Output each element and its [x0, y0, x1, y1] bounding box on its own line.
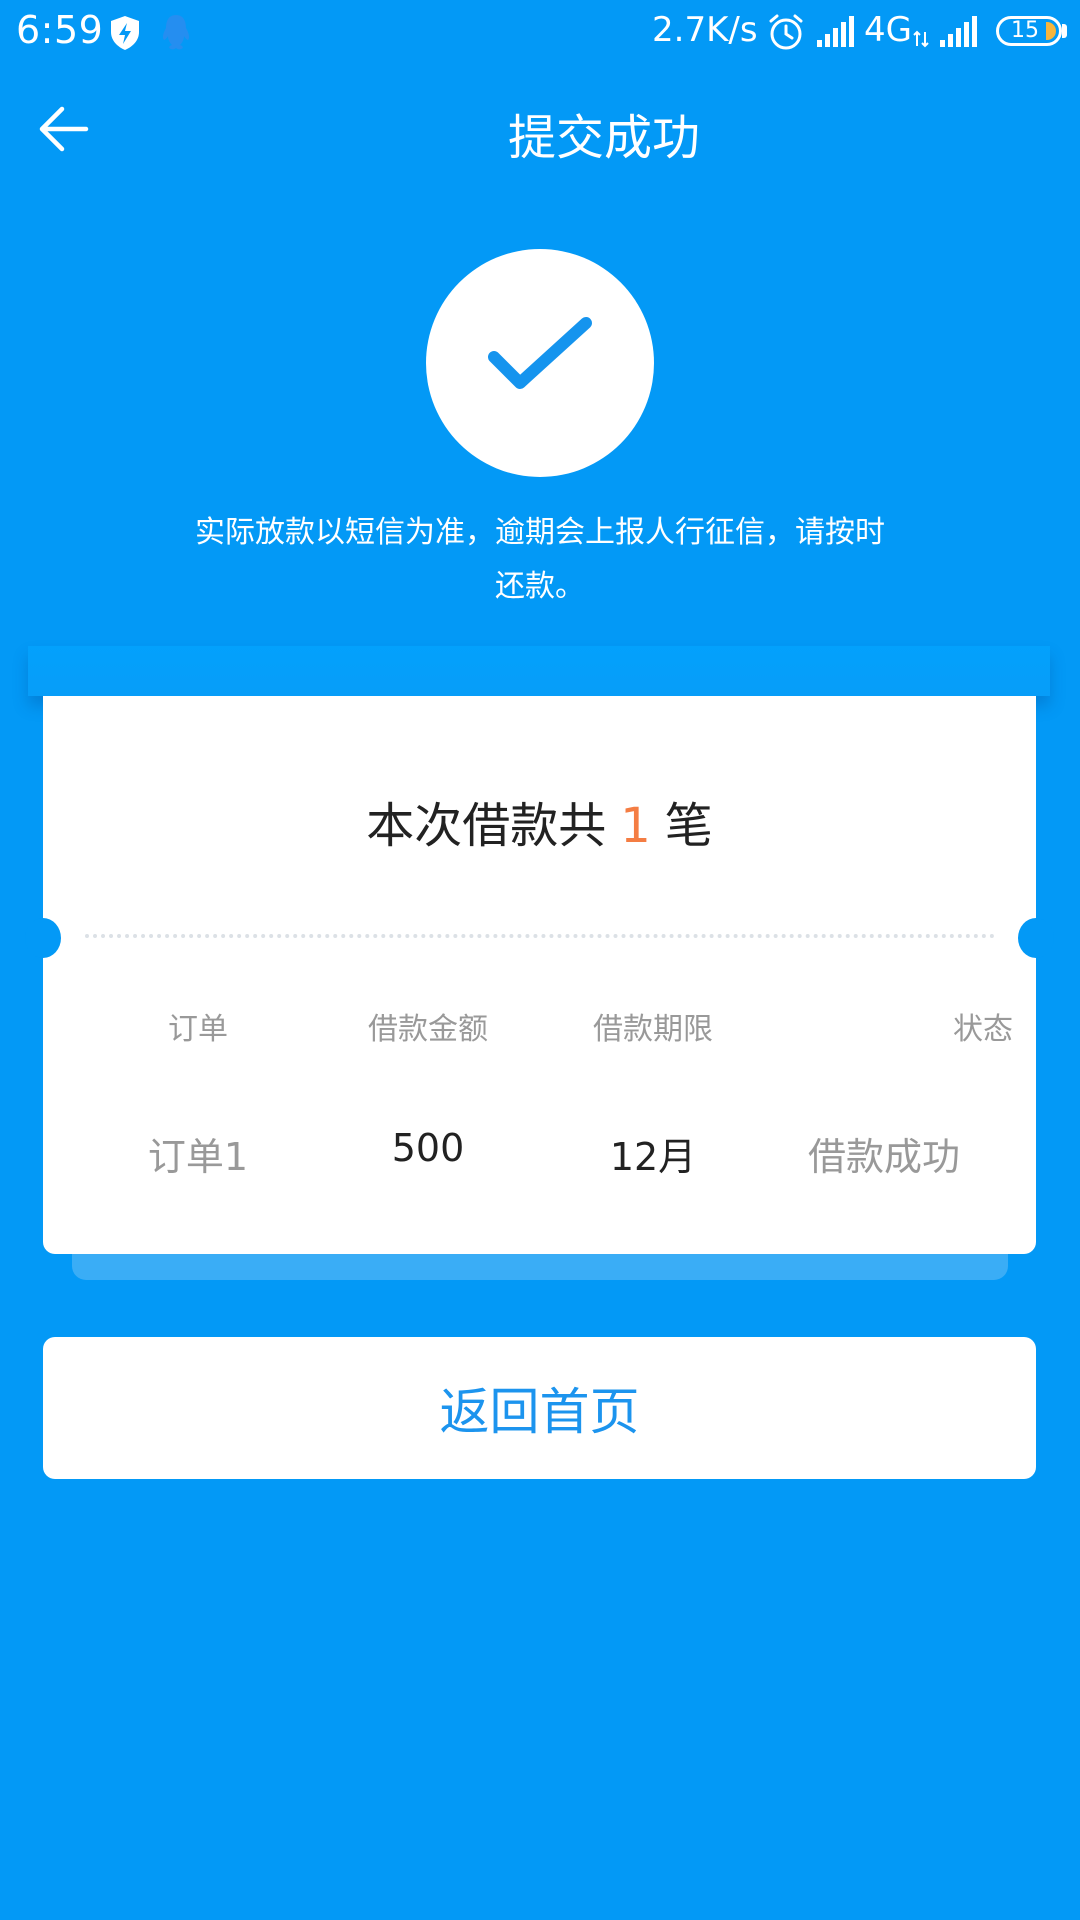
screen: 6:59 2.7K/s 4G 15 提交成功 实际放款以短信为准，逾期会上报人行… [0, 0, 1080, 1920]
alarm-icon [769, 14, 803, 50]
cell-status: 借款成功 [807, 1135, 960, 1179]
shield-icon [111, 16, 139, 50]
signal-icon [817, 16, 854, 47]
battery-icon: 15 [996, 16, 1062, 46]
column-header-term: 借款期限 [593, 1012, 713, 1047]
battery-cap [1062, 24, 1067, 38]
success-badge [426, 249, 654, 477]
checkmark-icon [488, 317, 592, 389]
cell-amount: 500 [391, 1126, 465, 1170]
ticket-notch-left [25, 918, 61, 958]
column-header-order: 订单 [168, 1012, 228, 1047]
page-title: 提交成功 [507, 110, 700, 166]
summary-suffix: 笔 [664, 798, 713, 854]
status-bar: 6:59 2.7K/s 4G 15 [0, 0, 1080, 66]
loan-count: 1 [620, 798, 651, 854]
battery-fill [1046, 22, 1056, 40]
notice-line-1: 实际放款以短信为准，逾期会上报人行征信，请按时 [195, 515, 885, 550]
loan-count-summary: 本次借款共 1 笔 [43, 786, 1036, 856]
network-type: 4G [864, 10, 912, 50]
card-slot [28, 646, 1050, 696]
return-home-button[interactable]: 返回首页 [43, 1337, 1036, 1479]
status-time: 6:59 [16, 8, 104, 52]
qq-icon [162, 15, 190, 50]
summary-prefix: 本次借款共 [366, 798, 607, 854]
cell-order: 订单1 [147, 1135, 249, 1179]
signal-icon [940, 16, 977, 47]
loan-summary-card: 本次借款共 1 笔 订单 借款金额 借款期限 状态 订单1 500 12月 借款成功 [25, 696, 1054, 1254]
notice-line-2: 还款。 [495, 569, 585, 604]
battery-level: 15 [1011, 18, 1039, 43]
ticket-notch-right [1018, 918, 1054, 958]
dotted-divider [85, 934, 995, 938]
data-arrows-icon [913, 30, 929, 48]
column-header-amount: 借款金额 [368, 1012, 488, 1047]
net-speed: 2.7K/s [652, 10, 758, 50]
cell-term: 12月 [609, 1135, 697, 1179]
column-header-status: 状态 [953, 1012, 1013, 1047]
repayment-notice: 实际放款以短信为准，逾期会上报人行征信，请按时 还款。 [160, 506, 920, 614]
